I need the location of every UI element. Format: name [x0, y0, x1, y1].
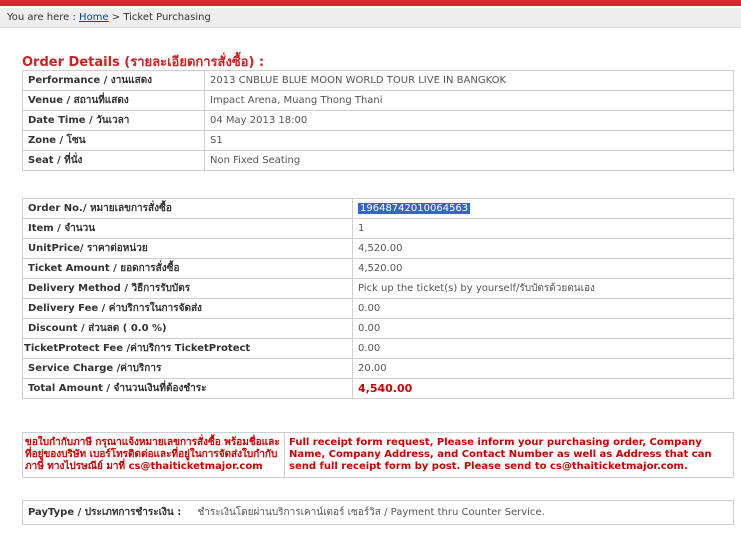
- row-value: 1: [352, 218, 734, 239]
- row-value: S1: [204, 130, 734, 151]
- order-number-cell: 19648742010064563: [352, 198, 734, 219]
- order-summary-table: Order No./ หมายเลขการสั่งซื้อ 1964874201…: [22, 198, 734, 399]
- row-label: Discount / ส่วนลด ( 0.0 %): [22, 318, 353, 339]
- table-row: Ticket Amount / ยอดการสั่งซื้อ 4,520.00: [22, 258, 734, 279]
- row-label: Delivery Fee / ค่าบริการในการจัดส่ง: [22, 298, 353, 319]
- breadcrumb-home-link[interactable]: Home: [79, 12, 109, 23]
- row-label: Order No./ หมายเลขการสั่งซื้อ: [22, 198, 353, 219]
- row-label: Delivery Method / วิธีการรับบัตร: [22, 278, 353, 299]
- row-label: TicketProtect Fee /ค่าบริการ TicketProte…: [22, 338, 353, 359]
- row-label: Performance / งานแสดง: [22, 70, 205, 91]
- row-label: UnitPrice/ ราคาต่อหน่วย: [22, 238, 353, 259]
- table-row: Delivery Fee / ค่าบริการในการจัดส่ง 0.00: [22, 298, 734, 319]
- table-row: Venue / สถานที่แสดง Impact Arena, Muang …: [22, 90, 734, 111]
- table-row: PayType / ประเภทการชำระเงิน : ชำระเงินโด…: [22, 500, 734, 525]
- order-details-table: Performance / งานแสดง 2013 CNBLUE BLUE M…: [22, 70, 734, 171]
- row-label: Venue / สถานที่แสดง: [22, 90, 205, 111]
- table-row: Order No./ หมายเลขการสั่งซื้อ 1964874201…: [22, 198, 734, 219]
- row-value: 2013 CNBLUE BLUE MOON WORLD TOUR LIVE IN…: [204, 70, 734, 91]
- row-value: 4,520.00: [352, 258, 734, 279]
- row-label: Ticket Amount / ยอดการสั่งซื้อ: [22, 258, 353, 279]
- breadcrumb-current: Ticket Purchasing: [123, 12, 211, 23]
- row-label: Item / จำนวน: [22, 218, 353, 239]
- row-value: Impact Arena, Muang Thong Thani: [204, 90, 734, 111]
- table-row: TicketProtect Fee /ค่าบริการ TicketProte…: [22, 338, 734, 359]
- table-row: Discount / ส่วนลด ( 0.0 %) 0.00: [22, 318, 734, 339]
- top-brand-bar: [0, 0, 741, 6]
- receipt-note-english: Full receipt form request, Please inform…: [284, 432, 734, 478]
- breadcrumb-prefix: You are here :: [7, 12, 76, 23]
- table-row: Item / จำนวน 1: [22, 218, 734, 239]
- table-row: Delivery Method / วิธีการรับบัตร Pick up…: [22, 278, 734, 299]
- table-row: Zone / โซน S1: [22, 130, 734, 151]
- table-row: Date Time / วันเวลา 04 May 2013 18:00: [22, 110, 734, 131]
- receipt-note-thai: ขอใบกำกับภาษี กรุณาแจ้งหมายเลขการสั่งซื้…: [22, 432, 285, 478]
- row-label: Total Amount / จำนวนเงินที่ต้องชำระ: [22, 378, 353, 399]
- row-value: 20.00: [352, 358, 734, 379]
- table-row: Service Charge /ค่าบริการ 20.00: [22, 358, 734, 379]
- row-value: 4,520.00: [352, 238, 734, 259]
- row-label: Zone / โซน: [22, 130, 205, 151]
- paytype-value: ชำระเงินโดยผ่านบริการเคาน์เตอร์ เซอร์วิส…: [192, 500, 734, 525]
- row-label: Seat / ที่นั่ง: [22, 150, 205, 171]
- row-value: Pick up the ticket(s) by yourself/รับบัต…: [352, 278, 734, 299]
- table-row: Total Amount / จำนวนเงินที่ต้องชำระ 4,54…: [22, 378, 734, 399]
- row-value: 04 May 2013 18:00: [204, 110, 734, 131]
- row-value: 0.00: [352, 298, 734, 319]
- table-row: Seat / ที่นั่ง Non Fixed Seating: [22, 150, 734, 171]
- row-value: 0.00: [352, 318, 734, 339]
- breadcrumb: You are here : Home > Ticket Purchasing: [0, 8, 741, 28]
- row-label: Date Time / วันเวลา: [22, 110, 205, 131]
- order-details-title: Order Details (รายละเอียดการสั่งซื้อ) :: [22, 55, 265, 70]
- row-value: 0.00: [352, 338, 734, 359]
- row-value: Non Fixed Seating: [204, 150, 734, 171]
- total-amount-value: 4,540.00: [352, 378, 734, 399]
- row-label: Service Charge /ค่าบริการ: [22, 358, 353, 379]
- table-row: Performance / งานแสดง 2013 CNBLUE BLUE M…: [22, 70, 734, 91]
- order-number-value[interactable]: 19648742010064563: [358, 203, 471, 214]
- breadcrumb-separator: >: [111, 12, 121, 23]
- paytype-label: PayType / ประเภทการชำระเงิน :: [22, 500, 193, 525]
- paytype-table: PayType / ประเภทการชำระเงิน : ชำระเงินโด…: [22, 500, 734, 525]
- table-row: ขอใบกำกับภาษี กรุณาแจ้งหมายเลขการสั่งซื้…: [22, 432, 734, 478]
- receipt-note-table: ขอใบกำกับภาษี กรุณาแจ้งหมายเลขการสั่งซื้…: [22, 432, 734, 478]
- table-row: UnitPrice/ ราคาต่อหน่วย 4,520.00: [22, 238, 734, 259]
